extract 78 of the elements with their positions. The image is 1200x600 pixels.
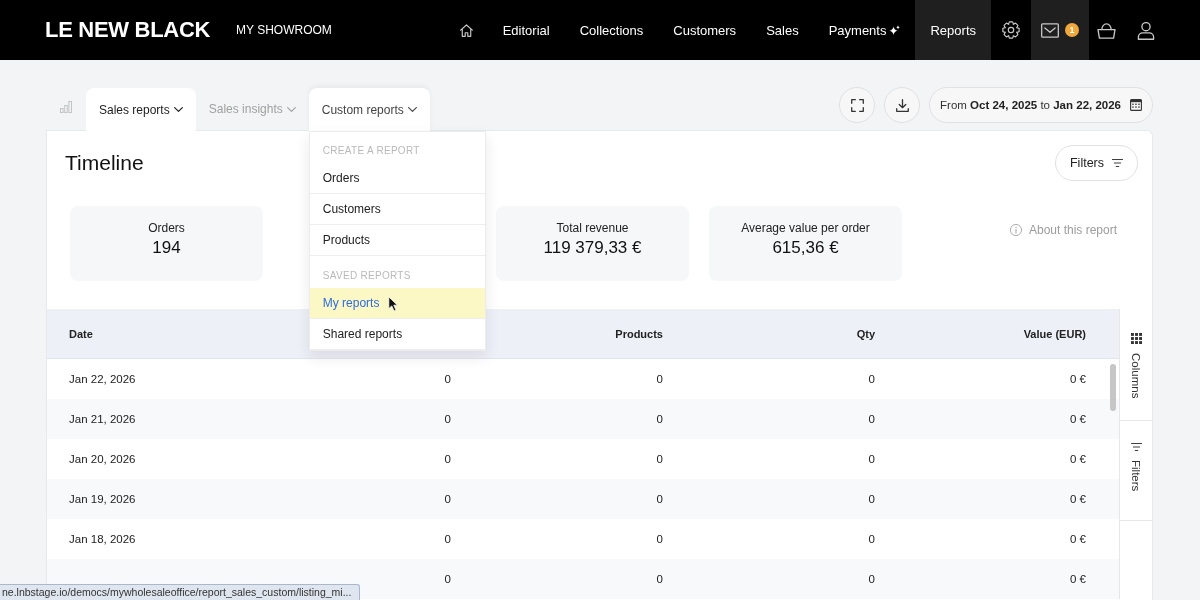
menu-item[interactable]: My reports	[309, 288, 485, 319]
table-cell-text: 0	[655, 413, 663, 425]
table-cell-text: 0 €	[1069, 453, 1087, 465]
table-cell-text: 0	[655, 453, 663, 465]
home-icon	[459, 23, 473, 37]
calendar-icon	[1130, 99, 1142, 111]
table-cell-text: 0	[655, 533, 663, 545]
table-cell-text: 0	[443, 413, 451, 425]
table-cell-text: 0	[443, 373, 451, 385]
filter-icon	[1130, 443, 1142, 451]
table-cell-text: 0	[443, 493, 451, 505]
table-cell-text: 0	[443, 533, 451, 545]
status-bar-url: ne.lnbstage.io/democs/mywholesaleoffice/report_sales_custom/listing_mi...	[0, 584, 361, 600]
menu-section-heading: CREATE A REPORT	[321, 144, 421, 158]
column-header: Qty	[855, 327, 875, 340]
table-cell-text: 0	[443, 573, 451, 585]
settings-icon	[1002, 21, 1020, 39]
basket-icon	[1097, 21, 1116, 39]
kpi-value: 194	[152, 238, 181, 258]
table-cell-text: 0 €	[1069, 573, 1087, 585]
column-header: Date	[68, 327, 94, 340]
info-icon	[1010, 224, 1022, 236]
table-cell-text: 0	[655, 373, 663, 385]
showroom-label: MY SHOWROOM	[236, 23, 332, 37]
unread-count: 1	[1065, 23, 1079, 37]
chevron-down-icon	[173, 107, 183, 112]
table-cell-text: Jan 18, 2026	[68, 533, 137, 545]
column-header: Value (EUR)	[1022, 327, 1087, 340]
user-icon	[1137, 20, 1155, 40]
table-cell-text: 0	[655, 573, 663, 585]
table-cell-text: 0	[867, 493, 875, 505]
table-cell-text: 0 €	[1069, 373, 1087, 385]
chevron-down-icon	[286, 106, 296, 112]
cursor-icon	[387, 296, 398, 312]
bar-chart-icon	[60, 101, 72, 113]
download-icon	[895, 98, 909, 112]
report-title: Timeline	[65, 151, 144, 175]
kpi-value: 615,36 €	[772, 238, 839, 258]
table-cell-text: 0 €	[1069, 413, 1087, 425]
table-cell-text: 0	[867, 413, 875, 425]
download-button[interactable]	[884, 87, 921, 123]
scrollbar-thumb[interactable]	[1110, 364, 1116, 411]
fullscreen-button[interactable]	[839, 87, 876, 123]
nav-link[interactable]: Payments	[813, 0, 916, 60]
table-cell-text: Jan 19, 2026	[68, 493, 137, 505]
report-tab[interactable]: Custom reports	[308, 88, 430, 131]
table-cell-text: 0	[867, 573, 875, 585]
fullscreen-icon	[850, 98, 864, 112]
kpi-label: Average value per order	[741, 221, 870, 235]
nav-link[interactable]: Editorial	[487, 0, 565, 60]
table-cell-text: Jan 22, 2026	[68, 373, 137, 385]
kpi-label: Total revenue	[556, 221, 629, 235]
nav-link[interactable]: Customers	[658, 0, 752, 60]
filters-button[interactable]: Filters	[1054, 145, 1138, 181]
mail-icon	[1041, 22, 1059, 38]
kpi-label: Orders	[148, 221, 185, 235]
table-cell-text: 0	[443, 453, 451, 465]
kpi-value: 119 379,33 €	[543, 238, 642, 258]
date-range-button[interactable]: From Oct 24, 2025 to Jan 22, 2026	[929, 87, 1153, 123]
table-cell-text: 0	[655, 493, 663, 505]
table-cell-text: 0 €	[1069, 533, 1087, 545]
menu-section-heading: SAVED REPORTS	[321, 269, 412, 283]
table-cell-text: 0	[867, 453, 875, 465]
table-cell-text: Jan 21, 2026	[68, 413, 137, 425]
table-cell-text: 0	[867, 533, 875, 545]
nav-link[interactable]: Reports	[915, 0, 991, 60]
report-tab[interactable]: Sales reports	[86, 88, 196, 131]
table-cell-text: 0	[867, 373, 875, 385]
table-cell-text: 0 €	[1069, 493, 1087, 505]
grid-icon	[1130, 333, 1142, 344]
logo: LE NEW BLACK	[45, 17, 211, 43]
table-cell-text: Jan 20, 2026	[68, 453, 137, 465]
sparkle-icon	[889, 24, 901, 36]
filter-icon	[1112, 159, 1123, 167]
chevron-down-icon	[407, 107, 417, 112]
nav-link[interactable]: Sales	[751, 0, 814, 60]
nav-link[interactable]: Collections	[564, 0, 659, 60]
column-header: Products	[614, 327, 663, 340]
